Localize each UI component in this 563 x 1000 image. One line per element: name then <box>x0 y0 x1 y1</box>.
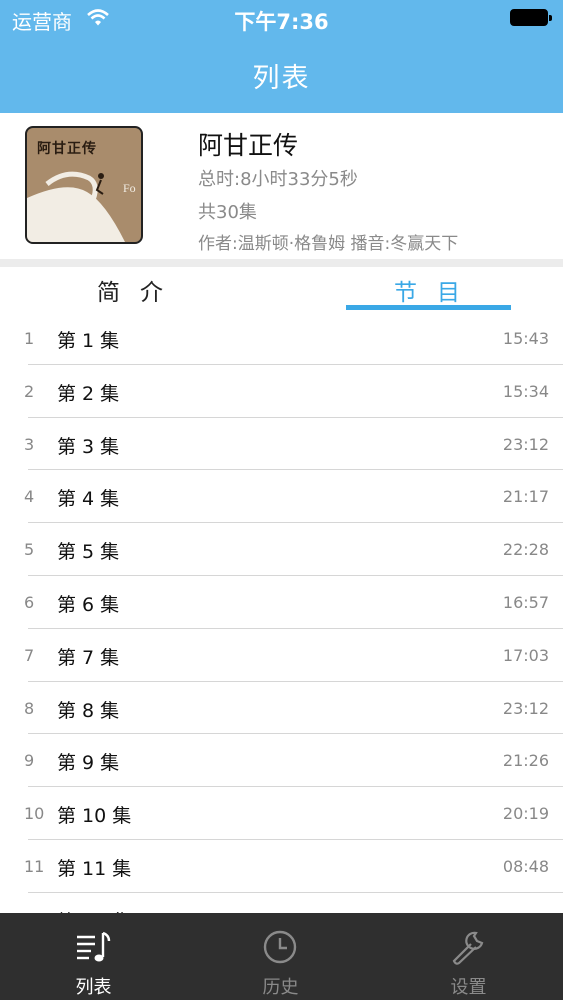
status-time: 下午7:36 <box>234 10 329 34</box>
episode-title: 第 1 集 <box>57 330 120 352</box>
episode-list[interactable]: 1 第 1 集 15:43 2 第 2 集 15:34 3 第 3 集 23:12 4 第 4 集 2… <box>0 312 563 913</box>
book-cover[interactable]: Fo 阿甘正传 <box>25 126 143 244</box>
episode-title: 第 3 集 <box>57 435 120 458</box>
book-info: Fo 阿甘正传 阿甘正传 总时:8小时33分5秒 共30集 作者:温斯顿·格鲁姆… <box>0 113 563 259</box>
episode-duration: 20:19 <box>502 804 549 824</box>
episode-row[interactable]: 4 第 4 集 21:17 <box>0 470 563 523</box>
episode-row[interactable]: 7 第 7 集 17:03 <box>0 629 563 682</box>
episode-duration: 17:03 <box>502 645 549 665</box>
episode-duration: 16:57 <box>502 592 549 612</box>
episode-index: 6 <box>24 592 35 612</box>
episode-index: 2 <box>24 381 35 401</box>
episode-duration: 15:43 <box>502 329 549 348</box>
music-list-icon <box>77 931 111 962</box>
episode-row[interactable]: 8 第 8 集 23:12 <box>0 682 563 735</box>
book-duration: 总时:8小时33分5秒 <box>198 169 358 190</box>
tabbar-label-history: 历史 <box>262 977 299 998</box>
episode-title: 第 8 集 <box>57 699 120 722</box>
episode-title: 第 7 集 <box>57 646 120 669</box>
episode-duration: 21:26 <box>502 751 549 771</box>
episode-index: 7 <box>24 645 35 665</box>
episode-title: 第 6 集 <box>57 593 120 616</box>
page-title: 列表 <box>252 63 311 94</box>
episode-title: 第 9 集 <box>57 752 120 775</box>
svg-text:Fo: Fo <box>123 181 136 195</box>
tabbar-label-settings: 设置 <box>450 977 487 998</box>
episode-index: 4 <box>24 487 35 507</box>
tabbar-item-list[interactable]: 列表 <box>0 913 187 1000</box>
episode-duration: 22:28 <box>502 540 549 560</box>
header: 运营商 下午7:36 列表 <box>0 0 563 113</box>
tabbar-item-settings[interactable]: 设置 <box>375 913 562 1000</box>
book-credits: 作者:温斯顿·格鲁姆 播音:冬赢天下 <box>198 234 459 254</box>
episode-index: 1 <box>24 329 35 348</box>
episode-duration: 23:12 <box>502 434 549 454</box>
section-divider <box>0 259 563 267</box>
book-episode-count: 共30集 <box>198 202 257 223</box>
cover-title: 阿甘正传 <box>37 141 97 157</box>
episode-row[interactable]: 11 第 11 集 08:48 <box>0 840 563 893</box>
wrench-icon <box>452 931 484 965</box>
episode-title: 第 5 集 <box>57 541 120 564</box>
episode-row[interactable]: 10 第 10 集 20:19 <box>0 787 563 840</box>
bottom-tab-bar: 列表 历史 设置 <box>0 913 563 1000</box>
episode-duration: 21:17 <box>502 487 549 507</box>
episode-title: 第 10 集 <box>57 805 132 828</box>
clock-icon <box>263 930 297 964</box>
tabbar-item-history[interactable]: 历史 <box>187 913 374 1000</box>
episode-row[interactable]: 9 第 9 集 21:26 <box>0 734 563 787</box>
active-tab-indicator <box>346 305 511 310</box>
episode-index: 3 <box>24 434 35 454</box>
episode-row[interactable]: 3 第 3 集 23:12 <box>0 418 563 471</box>
battery-icon <box>510 9 552 26</box>
tab-programs[interactable]: 节目 <box>394 273 480 307</box>
book-title: 阿甘正传 <box>198 131 299 160</box>
tab-bar-top: 简介 节目 <box>0 267 563 315</box>
episode-index: 11 <box>24 856 45 876</box>
episode-row[interactable]: 5 第 5 集 22:28 <box>0 523 563 576</box>
status-bar: 运营商 下午7:36 <box>0 0 563 40</box>
episode-title: 第 2 集 <box>57 382 120 405</box>
episode-index: 9 <box>24 751 35 771</box>
episode-row[interactable]: 12第 12 集21:19 <box>0 893 563 913</box>
episode-duration: 15:34 <box>502 381 549 401</box>
episode-row[interactable]: 2 第 2 集 15:34 <box>0 365 563 418</box>
tabbar-label-list: 列表 <box>75 977 112 998</box>
episode-index: 5 <box>24 540 35 560</box>
tab-intro[interactable]: 简介 <box>97 273 183 307</box>
episode-row[interactable]: 6 第 6 集 16:57 <box>0 576 563 629</box>
episode-index: 8 <box>24 698 35 718</box>
episode-title: 第 4 集 <box>57 488 120 511</box>
episode-duration: 08:48 <box>502 856 549 876</box>
episode-duration: 23:12 <box>502 698 549 718</box>
episode-row[interactable]: 1 第 1 集 15:43 <box>0 312 563 365</box>
episode-index: 10 <box>24 804 45 824</box>
episode-title: 第 11 集 <box>57 857 132 880</box>
